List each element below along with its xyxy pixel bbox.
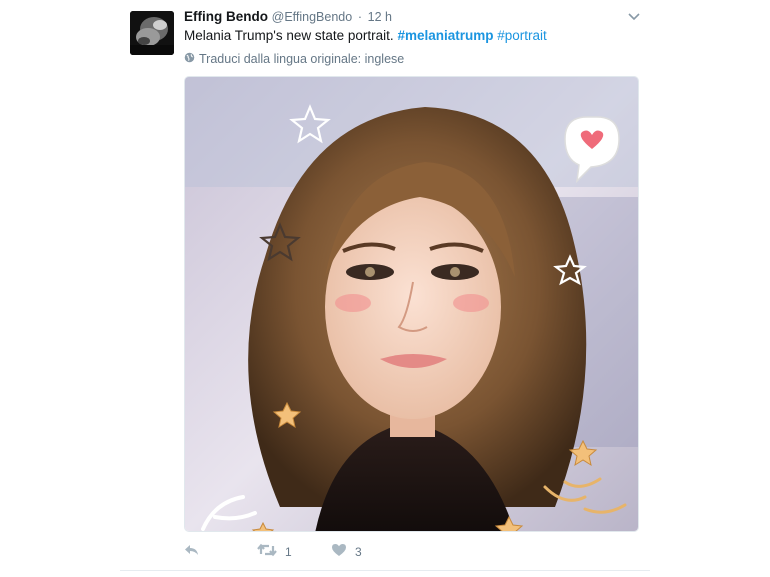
translate-label: Traduci dalla lingua originale: inglese bbox=[199, 52, 405, 66]
chevron-down-icon[interactable] bbox=[627, 10, 641, 22]
retweet-icon bbox=[257, 543, 277, 560]
tweet-photo[interactable] bbox=[184, 76, 639, 532]
like-count: 3 bbox=[355, 544, 362, 559]
globe-icon bbox=[184, 52, 195, 66]
retweet-count: 1 bbox=[285, 544, 292, 559]
tweet-header: Effing Bendo @EffingBendo · 12 h bbox=[184, 9, 392, 24]
avatar[interactable] bbox=[130, 11, 174, 55]
avatar-image bbox=[130, 11, 174, 55]
tweet-actions: 1 3 bbox=[184, 543, 639, 561]
translate-link[interactable]: Traduci dalla lingua originale: inglese bbox=[184, 52, 404, 66]
tweet-text-body: Melania Trump's new state portrait. bbox=[184, 28, 394, 43]
reply-icon bbox=[184, 543, 200, 560]
divider bbox=[120, 570, 650, 571]
timestamp[interactable]: 12 h bbox=[368, 10, 392, 24]
portrait-image bbox=[185, 77, 638, 531]
hashtag-portrait[interactable]: #portrait bbox=[497, 28, 547, 43]
display-name[interactable]: Effing Bendo bbox=[184, 9, 268, 24]
tweet-text: Melania Trump's new state portrait. #mel… bbox=[184, 28, 547, 43]
heart-icon bbox=[331, 543, 347, 560]
like-button[interactable]: 3 bbox=[331, 543, 362, 560]
user-handle[interactable]: @EffingBendo bbox=[272, 10, 353, 24]
retweet-button[interactable]: 1 bbox=[257, 543, 292, 560]
separator: · bbox=[357, 10, 362, 24]
hashtag-melaniatrump[interactable]: #melaniatrump bbox=[397, 28, 493, 43]
tweet: Effing Bendo @EffingBendo · 12 h Melania… bbox=[0, 0, 770, 577]
reply-button[interactable] bbox=[184, 543, 200, 560]
